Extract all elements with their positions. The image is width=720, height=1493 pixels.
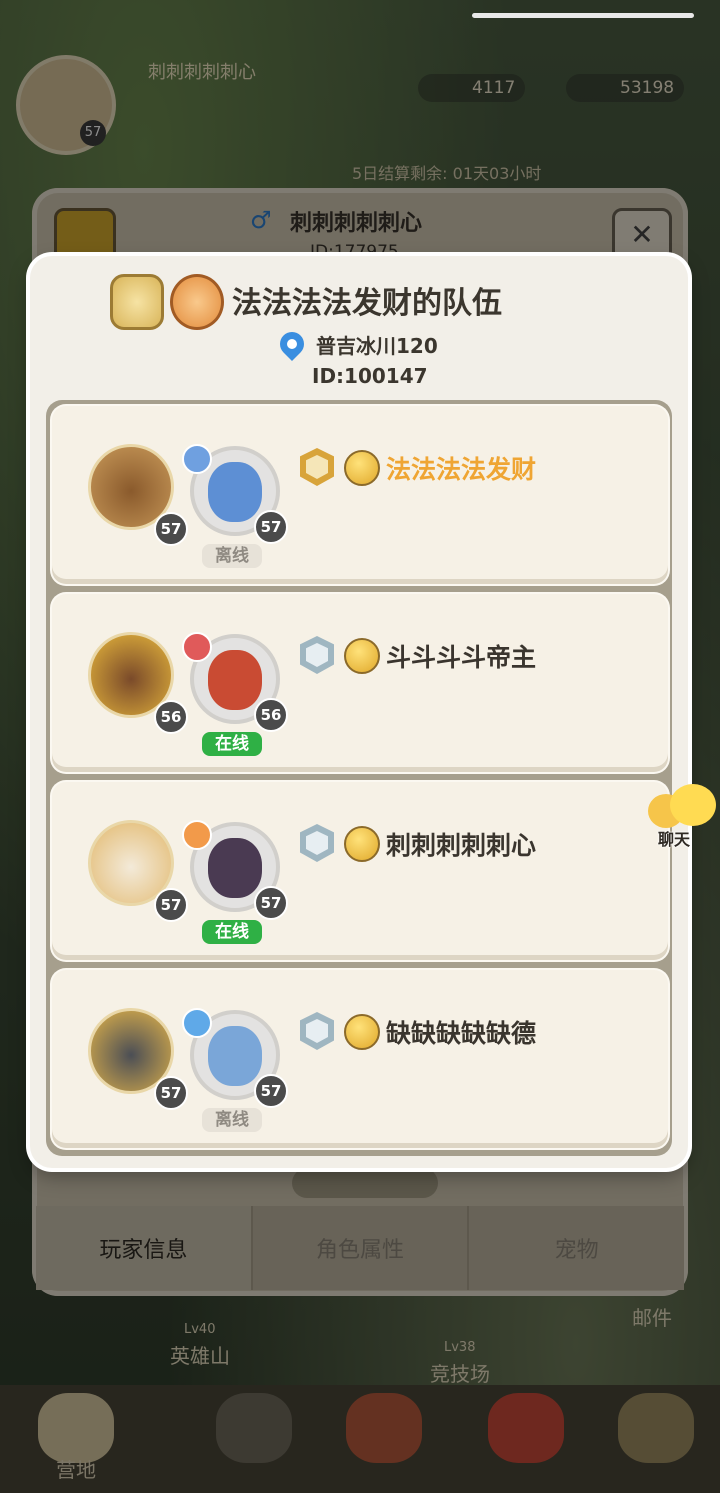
team-location: 普吉冰川120 <box>316 334 438 358</box>
emote-icon <box>344 826 380 862</box>
hero-portrait <box>208 462 262 522</box>
team-id: ID:100147 <box>312 364 428 388</box>
pet-level-badge: 57 <box>154 888 188 922</box>
rank-shield-icon <box>300 1012 334 1050</box>
status-badge: 在线 <box>202 732 262 756</box>
class-icon <box>182 632 212 662</box>
team-name: 法法法法发财的队伍 <box>232 286 502 321</box>
team-badge-icon <box>110 274 164 330</box>
class-icon <box>182 444 212 474</box>
member-card[interactable]: 57 57 离线 法法法法发财 <box>52 406 668 584</box>
member-name: 刺刺刺刺刺心 <box>386 831 537 860</box>
rank-shield-icon <box>300 448 334 486</box>
member-card[interactable]: 57 57 离线 缺缺缺缺缺德 <box>52 970 668 1148</box>
pet-level-badge: 56 <box>154 700 188 734</box>
member-name: 缺缺缺缺缺德 <box>386 1019 537 1048</box>
hero-portrait <box>208 838 262 898</box>
member-card[interactable]: 56 56 在线 斗斗斗斗帝主 <box>52 594 668 772</box>
pet-level-badge: 57 <box>154 1076 188 1110</box>
rank-shield-icon <box>300 636 334 674</box>
class-icon <box>182 820 212 850</box>
emote-icon <box>344 1014 380 1050</box>
hero-level-badge: 57 <box>254 886 288 920</box>
chat-label: 聊天 <box>658 830 691 849</box>
status-badge: 离线 <box>202 1108 262 1132</box>
team-emblem-icon <box>170 274 224 330</box>
hero-level-badge: 57 <box>254 1074 288 1108</box>
pet-level-badge: 57 <box>154 512 188 546</box>
hero-level-badge: 56 <box>254 698 288 732</box>
member-card[interactable]: 57 57 在线 刺刺刺刺刺心 <box>52 782 668 960</box>
hero-portrait <box>208 1026 262 1086</box>
rank-shield-icon <box>300 824 334 862</box>
hero-portrait <box>208 650 262 710</box>
emote-icon <box>344 638 380 674</box>
smiley-icon <box>670 784 716 826</box>
status-badge: 离线 <box>202 544 262 568</box>
home-indicator <box>472 13 694 18</box>
status-badge: 在线 <box>202 920 262 944</box>
member-name: 法法法法发财 <box>386 455 537 484</box>
chat-button[interactable]: 聊天 <box>646 784 720 850</box>
class-icon <box>182 1008 212 1038</box>
hero-level-badge: 57 <box>254 510 288 544</box>
member-name: 斗斗斗斗帝主 <box>386 643 537 672</box>
emote-icon <box>344 450 380 486</box>
